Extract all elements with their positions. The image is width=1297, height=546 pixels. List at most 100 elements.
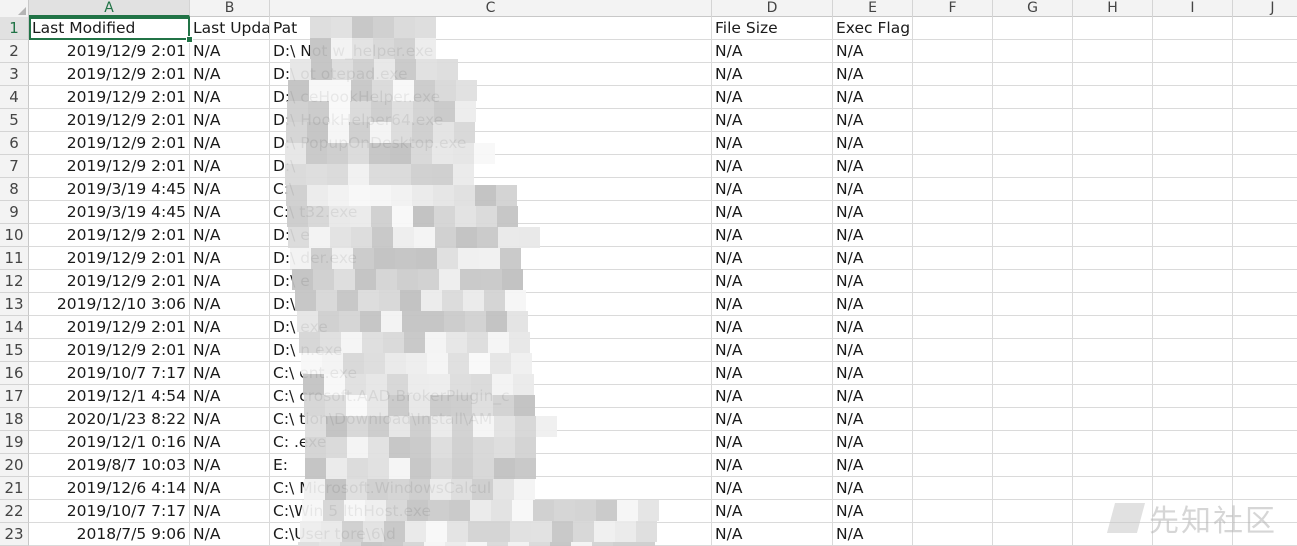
cell-c[interactable]: D:\ der.exe xyxy=(270,247,712,270)
cell-d[interactable]: N/A xyxy=(712,247,833,270)
empty-cell[interactable] xyxy=(993,224,1073,247)
empty-cell[interactable] xyxy=(993,523,1073,546)
cell-c[interactable]: D:\ ceHookHelper.exe xyxy=(270,86,712,109)
cell-e[interactable]: N/A xyxy=(833,362,913,385)
cell-e[interactable]: N/A xyxy=(833,247,913,270)
row-header[interactable]: 9 xyxy=(0,201,29,224)
empty-cell[interactable] xyxy=(1073,155,1153,178)
empty-cell[interactable] xyxy=(1073,408,1153,431)
cell-e[interactable]: N/A xyxy=(833,40,913,63)
empty-cell[interactable] xyxy=(913,109,993,132)
empty-cell[interactable] xyxy=(1233,17,1297,40)
empty-cell[interactable] xyxy=(913,500,993,523)
header-cell-b[interactable]: Last Upda xyxy=(190,17,270,40)
empty-cell[interactable] xyxy=(1073,86,1153,109)
empty-cell[interactable] xyxy=(1073,385,1153,408)
empty-cell[interactable] xyxy=(913,63,993,86)
empty-cell[interactable] xyxy=(1073,63,1153,86)
cell-b[interactable]: N/A xyxy=(190,477,270,500)
empty-cell[interactable] xyxy=(1233,316,1297,339)
cell-e[interactable]: N/A xyxy=(833,523,913,546)
cell-d[interactable]: N/A xyxy=(712,224,833,247)
cell-e[interactable]: N/A xyxy=(833,431,913,454)
cell-e[interactable]: N/A xyxy=(833,270,913,293)
empty-cell[interactable] xyxy=(1233,132,1297,155)
cell-e[interactable]: N/A xyxy=(833,132,913,155)
empty-cell[interactable] xyxy=(1233,155,1297,178)
cell-b[interactable]: N/A xyxy=(190,500,270,523)
cell-e[interactable]: N/A xyxy=(833,86,913,109)
cell-e[interactable]: N/A xyxy=(833,477,913,500)
row-header[interactable]: 23 xyxy=(0,523,29,546)
cell-a[interactable]: 2018/7/5 9:06 xyxy=(29,523,190,546)
cell-c[interactable]: D:\ PopupOnDesktop.exe xyxy=(270,132,712,155)
cell-b[interactable]: N/A xyxy=(190,362,270,385)
empty-cell[interactable] xyxy=(993,109,1073,132)
cell-e[interactable]: N/A xyxy=(833,178,913,201)
empty-cell[interactable] xyxy=(1233,408,1297,431)
empty-cell[interactable] xyxy=(993,132,1073,155)
empty-cell[interactable] xyxy=(913,431,993,454)
cell-d[interactable]: N/A xyxy=(712,431,833,454)
row-header[interactable]: 6 xyxy=(0,132,29,155)
cell-b[interactable]: N/A xyxy=(190,339,270,362)
cell-c[interactable]: D:\ xyxy=(270,293,712,316)
cell-b[interactable]: N/A xyxy=(190,523,270,546)
empty-cell[interactable] xyxy=(1153,408,1233,431)
empty-cell[interactable] xyxy=(913,224,993,247)
empty-cell[interactable] xyxy=(1233,293,1297,316)
cell-e[interactable]: N/A xyxy=(833,500,913,523)
cell-c[interactable]: D:\ exe xyxy=(270,316,712,339)
cell-d[interactable]: N/A xyxy=(712,155,833,178)
empty-cell[interactable] xyxy=(1233,224,1297,247)
empty-cell[interactable] xyxy=(1153,316,1233,339)
empty-cell[interactable] xyxy=(913,17,993,40)
column-header-j[interactable]: J xyxy=(1233,0,1297,17)
empty-cell[interactable] xyxy=(1153,109,1233,132)
cell-d[interactable]: N/A xyxy=(712,132,833,155)
cell-c[interactable]: C:\ ent.exe xyxy=(270,362,712,385)
empty-cell[interactable] xyxy=(1233,109,1297,132)
cell-a[interactable]: 2019/12/9 2:01 xyxy=(29,247,190,270)
cell-a[interactable]: 2019/12/9 2:01 xyxy=(29,63,190,86)
empty-cell[interactable] xyxy=(1153,247,1233,270)
empty-cell[interactable] xyxy=(1233,247,1297,270)
row-header[interactable]: 14 xyxy=(0,316,29,339)
empty-cell[interactable] xyxy=(1233,385,1297,408)
cell-c[interactable]: C:\User tore\6\d xyxy=(270,523,712,546)
empty-cell[interactable] xyxy=(913,362,993,385)
cell-b[interactable]: N/A xyxy=(190,132,270,155)
cell-e[interactable]: N/A xyxy=(833,293,913,316)
cell-e[interactable]: N/A xyxy=(833,385,913,408)
cell-a[interactable]: 2019/12/10 3:06 xyxy=(29,293,190,316)
row-header[interactable]: 3 xyxy=(0,63,29,86)
cell-e[interactable]: N/A xyxy=(833,339,913,362)
empty-cell[interactable] xyxy=(1153,339,1233,362)
cell-a[interactable]: 2019/12/9 2:01 xyxy=(29,109,190,132)
cell-c[interactable]: C:\Win 5 lthHost.exe xyxy=(270,500,712,523)
empty-cell[interactable] xyxy=(1073,454,1153,477)
empty-cell[interactable] xyxy=(913,316,993,339)
cell-b[interactable]: N/A xyxy=(190,178,270,201)
empty-cell[interactable] xyxy=(993,40,1073,63)
column-header-f[interactable]: F xyxy=(913,0,993,17)
cell-a[interactable]: 2020/1/23 8:22 xyxy=(29,408,190,431)
cell-a[interactable]: 2019/12/9 2:01 xyxy=(29,132,190,155)
cell-a[interactable]: 2019/12/9 2:01 xyxy=(29,339,190,362)
empty-cell[interactable] xyxy=(1153,224,1233,247)
cell-d[interactable]: N/A xyxy=(712,408,833,431)
empty-cell[interactable] xyxy=(1153,86,1233,109)
cell-d[interactable]: N/A xyxy=(712,523,833,546)
cell-d[interactable]: N/A xyxy=(712,109,833,132)
cell-b[interactable]: N/A xyxy=(190,247,270,270)
empty-cell[interactable] xyxy=(993,17,1073,40)
cell-d[interactable]: N/A xyxy=(712,63,833,86)
cell-e[interactable]: N/A xyxy=(833,316,913,339)
empty-cell[interactable] xyxy=(993,408,1073,431)
row-header[interactable]: 4 xyxy=(0,86,29,109)
cell-c[interactable]: C:\ xyxy=(270,178,712,201)
column-header-h[interactable]: H xyxy=(1073,0,1153,17)
cell-a[interactable]: 2019/10/7 7:17 xyxy=(29,500,190,523)
empty-cell[interactable] xyxy=(1233,431,1297,454)
empty-cell[interactable] xyxy=(1073,270,1153,293)
